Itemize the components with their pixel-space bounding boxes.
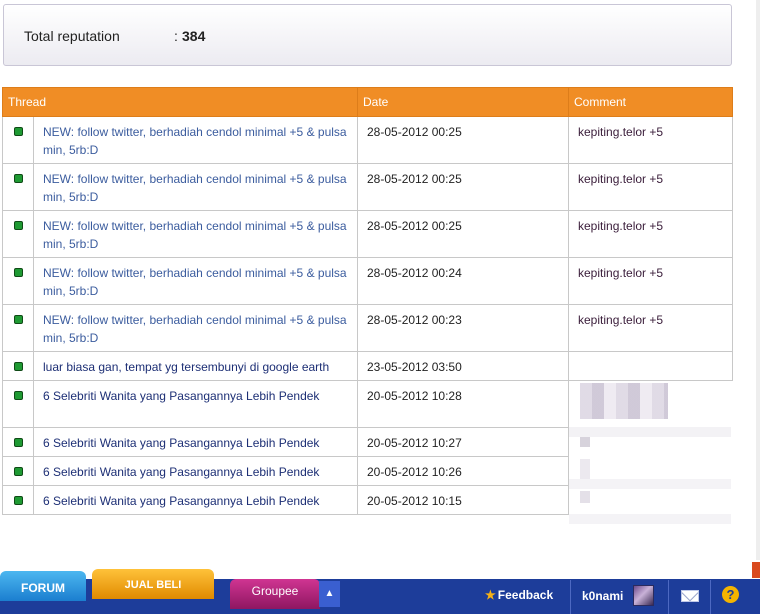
status-cell [2, 304, 34, 352]
thread-link[interactable]: 6 Selebriti Wanita yang Pasangannya Lebi… [43, 465, 319, 479]
status-cell [2, 210, 34, 258]
table-row: NEW: follow twitter, berhadiah cendol mi… [2, 304, 733, 352]
star-icon: ★ [485, 588, 496, 602]
thread-link[interactable]: NEW: follow twitter, berhadiah cendol mi… [43, 266, 347, 298]
status-cell [2, 427, 34, 457]
help-icon[interactable]: ? [722, 586, 739, 603]
status-dot-icon [14, 438, 23, 447]
thread-cell: NEW: follow twitter, berhadiah cendol mi… [33, 116, 358, 164]
comment-cell: kepiting.telor +5 [568, 304, 733, 352]
date-cell: 20-05-2012 10:27 [357, 427, 569, 457]
tab-jual-beli[interactable]: JUAL BELI [92, 569, 214, 599]
status-cell [2, 485, 34, 515]
status-cell [2, 116, 34, 164]
table-row: NEW: follow twitter, berhadiah cendol mi… [2, 116, 733, 164]
date-cell: 28-05-2012 00:25 [357, 210, 569, 258]
comment-cell: kepiting.telor +5 [568, 163, 733, 211]
header-date: Date [357, 87, 569, 117]
header-comment: Comment [568, 87, 733, 117]
scrollbar[interactable] [756, 0, 760, 560]
status-cell [2, 380, 34, 428]
date-cell: 20-05-2012 10:26 [357, 456, 569, 486]
comment-cell [568, 485, 733, 515]
thread-cell: luar biasa gan, tempat yg tersembunyi di… [33, 351, 358, 381]
arrow-up-icon[interactable]: ▲ [319, 581, 340, 607]
thread-link[interactable]: NEW: follow twitter, berhadiah cendol mi… [43, 219, 347, 251]
comment-cell: kepiting.telor +5 [568, 116, 733, 164]
thread-link[interactable]: NEW: follow twitter, berhadiah cendol mi… [43, 172, 347, 204]
mail-icon[interactable] [681, 590, 699, 602]
date-cell: 28-05-2012 00:23 [357, 304, 569, 352]
date-cell: 28-05-2012 00:25 [357, 163, 569, 211]
table-row: NEW: follow twitter, berhadiah cendol mi… [2, 210, 733, 258]
divider [710, 580, 711, 614]
thread-link[interactable]: NEW: follow twitter, berhadiah cendol mi… [43, 313, 347, 345]
thread-cell: 6 Selebriti Wanita yang Pasangannya Lebi… [33, 456, 358, 486]
thread-cell: NEW: follow twitter, berhadiah cendol mi… [33, 210, 358, 258]
date-cell: 28-05-2012 00:25 [357, 116, 569, 164]
reputation-label: Total reputation [24, 28, 120, 44]
status-dot-icon [14, 174, 23, 183]
thread-cell: NEW: follow twitter, berhadiah cendol mi… [33, 257, 358, 305]
status-cell [2, 351, 34, 381]
reputation-value: 384 [182, 28, 206, 44]
thread-cell: 6 Selebriti Wanita yang Pasangannya Lebi… [33, 485, 358, 515]
header-thread: Thread [2, 87, 358, 117]
avatar[interactable] [633, 585, 654, 606]
status-dot-icon [14, 127, 23, 136]
status-cell [2, 456, 34, 486]
status-dot-icon [14, 362, 23, 371]
tab-groupee[interactable]: Groupee [230, 579, 320, 609]
comment-cell: kepiting.telor +5 [568, 257, 733, 305]
reputation-separator: : [174, 28, 178, 44]
status-dot-icon [14, 221, 23, 230]
feedback-label: Feedback [497, 588, 554, 602]
comment-cell [568, 351, 733, 381]
thread-link[interactable]: NEW: follow twitter, berhadiah cendol mi… [43, 125, 347, 157]
status-dot-icon [14, 315, 23, 324]
thread-link[interactable]: luar biasa gan, tempat yg tersembunyi di… [43, 360, 329, 374]
status-dot-icon [14, 268, 23, 277]
thread-cell: 6 Selebriti Wanita yang Pasangannya Lebi… [33, 380, 358, 428]
side-edge [752, 562, 760, 578]
status-cell [2, 257, 34, 305]
table-row: luar biasa gan, tempat yg tersembunyi di… [2, 351, 733, 381]
feedback-button[interactable]: ★ Feedback [485, 588, 553, 602]
table-row: 6 Selebriti Wanita yang Pasangannya Lebi… [2, 485, 733, 515]
status-dot-icon [14, 496, 23, 505]
thread-link[interactable]: 6 Selebriti Wanita yang Pasangannya Lebi… [43, 389, 319, 403]
date-cell: 20-05-2012 10:15 [357, 485, 569, 515]
divider [668, 580, 669, 614]
table-header-row: Thread Date Comment [2, 87, 733, 117]
thread-link[interactable]: 6 Selebriti Wanita yang Pasangannya Lebi… [43, 494, 319, 508]
status-dot-icon [14, 467, 23, 476]
table-row: NEW: follow twitter, berhadiah cendol mi… [2, 257, 733, 305]
date-cell: 20-05-2012 10:28 [357, 380, 569, 428]
thread-link[interactable]: 6 Selebriti Wanita yang Pasangannya Lebi… [43, 436, 319, 450]
reputation-summary: Total reputation : 384 [3, 4, 732, 66]
thread-cell: NEW: follow twitter, berhadiah cendol mi… [33, 163, 358, 211]
date-cell: 23-05-2012 03:50 [357, 351, 569, 381]
status-dot-icon [14, 391, 23, 400]
divider [570, 580, 571, 614]
thread-cell: 6 Selebriti Wanita yang Pasangannya Lebi… [33, 427, 358, 457]
date-cell: 28-05-2012 00:24 [357, 257, 569, 305]
thread-cell: NEW: follow twitter, berhadiah cendol mi… [33, 304, 358, 352]
tab-forum[interactable]: FORUM [0, 571, 86, 601]
status-cell [2, 163, 34, 211]
table-row: NEW: follow twitter, berhadiah cendol mi… [2, 163, 733, 211]
username[interactable]: k0nami [582, 589, 623, 603]
reputation-table: Thread Date Comment NEW: follow twitter,… [2, 87, 733, 515]
comment-cell: kepiting.telor +5 [568, 210, 733, 258]
